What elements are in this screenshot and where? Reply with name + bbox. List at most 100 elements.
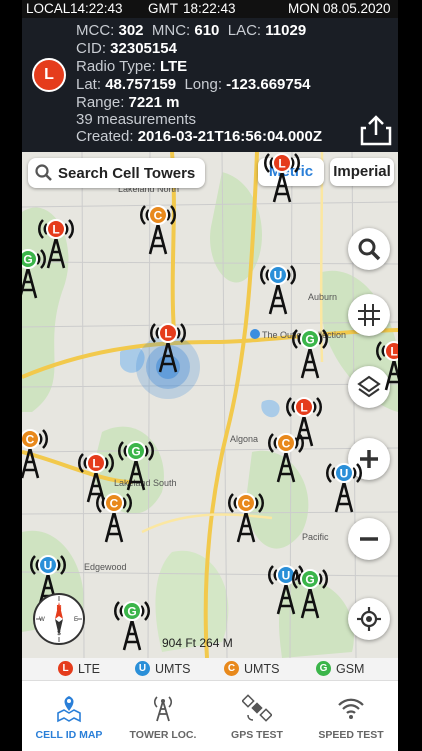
svg-text:C: C [26, 433, 35, 447]
mnc-value: 610 [194, 22, 220, 39]
imperial-button[interactable]: Imperial [330, 158, 394, 186]
legend-gsm: G GSM [316, 661, 364, 676]
search-icon [358, 238, 381, 261]
tower-marker[interactable]: U [258, 260, 298, 318]
svg-text:G: G [305, 573, 314, 587]
local-label: LOCAL [26, 1, 71, 16]
svg-text:C: C [110, 497, 119, 511]
compass[interactable]: N E S W [32, 592, 86, 646]
map-base [22, 152, 398, 658]
umts-u-dot: U [135, 661, 150, 676]
lat-value: 48.757159 [105, 76, 177, 93]
place-label-auburn: Auburn [308, 292, 338, 302]
gmt-time: 18:22:43 [183, 1, 236, 16]
lac-value: 11029 [265, 22, 307, 39]
cell-map[interactable]: Lakeland North Auburn The Outlet Collect… [22, 152, 398, 658]
tab-label: GPS TEST [231, 729, 283, 741]
tower-marker[interactable]: C [266, 428, 306, 486]
tower-marker[interactable]: G [112, 596, 152, 654]
zoom-out-button[interactable] [348, 518, 390, 560]
lte-badge: L [32, 58, 66, 92]
network-codes: MCC: 302 MNC: 610 LAC: 11029 [76, 22, 307, 39]
compass-s: S [57, 631, 61, 637]
created-value: 2016-03-21T16:56:04.000Z [137, 128, 323, 145]
place-label-edgewood: Edgewood [84, 562, 127, 572]
status-bar: LOCAL 14:22:43 GMT 18:22:43 MON 08.05.20… [22, 0, 398, 18]
svg-text:C: C [154, 209, 163, 223]
minus-icon [360, 537, 378, 541]
tower-icon [153, 696, 173, 722]
tab-bar: CELL ID MAP TOWER LOC. GPS TEST SPEED TE… [22, 680, 398, 751]
svg-text:L: L [92, 457, 99, 471]
coords-row: Lat: 48.757159 Long: -123.669754 [76, 76, 311, 93]
lte-dot: L [58, 661, 73, 676]
cell-info-panel: L MCC: 302 MNC: 610 LAC: 11029 CID: 3230… [22, 18, 398, 152]
compass-w: W [39, 617, 45, 623]
gsm-dot: G [316, 661, 331, 676]
tower-marker[interactable]: L [374, 336, 398, 394]
svg-text:L: L [52, 223, 59, 237]
svg-text:U: U [44, 559, 53, 573]
tower-marker[interactable]: L [148, 318, 188, 376]
legend-umts-u: U UMTS [135, 661, 190, 676]
grid-toggle-button[interactable] [348, 294, 390, 336]
tab-label: CELL ID MAP [35, 729, 103, 741]
local-time: 14:22:43 [70, 1, 123, 16]
cid-row: CID: 32305154 [76, 40, 177, 57]
radio-row: Radio Type: LTE [76, 58, 188, 75]
svg-text:G: G [305, 333, 314, 347]
tower-marker[interactable]: G [22, 244, 48, 302]
wifi-icon [338, 698, 364, 719]
locate-me-button[interactable] [348, 598, 390, 640]
map-pin-icon [57, 696, 81, 723]
crosshair-icon [357, 607, 381, 631]
tower-marker[interactable]: C [22, 424, 50, 482]
svg-text:G: G [23, 253, 32, 267]
search-cell-towers-button[interactable]: Search Cell Towers [28, 158, 206, 188]
tab-label: TOWER LOC. [129, 729, 197, 741]
compass-e: E [74, 617, 78, 623]
place-label-algona: Algona [230, 434, 259, 444]
share-icon[interactable] [357, 114, 395, 146]
legend-lte: L LTE [58, 661, 100, 676]
svg-text:C: C [242, 497, 251, 511]
tower-marker[interactable]: G [290, 324, 330, 382]
tab-tower-loc[interactable]: TOWER LOC. [116, 681, 210, 751]
svg-text:L: L [164, 327, 171, 341]
svg-text:L: L [300, 401, 307, 415]
svg-text:G: G [131, 445, 140, 459]
umts-c-dot: C [224, 661, 239, 676]
svg-text:L: L [278, 157, 285, 171]
tower-marker[interactable]: G [116, 436, 156, 494]
svg-text:L: L [390, 345, 397, 359]
search-map-button[interactable] [348, 228, 390, 270]
tower-marker[interactable]: U [324, 458, 364, 516]
tab-label: SPEED TEST [318, 729, 384, 741]
tower-marker[interactable]: L [262, 152, 302, 206]
day-label: MON [288, 1, 320, 16]
tower-marker[interactable]: G [290, 564, 330, 622]
long-value: -123.669754 [226, 76, 311, 93]
search-icon [35, 164, 52, 181]
grid-icon [358, 304, 380, 326]
range-value: 7221 m [128, 94, 180, 111]
satellite-icon [242, 694, 272, 722]
svg-text:U: U [340, 467, 349, 481]
tower-marker[interactable]: C [94, 488, 134, 546]
tab-gps-test[interactable]: GPS TEST [210, 681, 304, 751]
range-row: Range: 7221 m [76, 94, 180, 111]
created-row: Created: 2016-03-21T16:56:04.000Z [76, 128, 323, 145]
legend: L LTE U UMTS C UMTS G GSM [22, 658, 398, 680]
search-label: Search Cell Towers [58, 164, 196, 182]
tower-marker[interactable]: C [138, 200, 178, 258]
tower-marker[interactable]: C [226, 488, 266, 546]
tab-cell-id-map[interactable]: CELL ID MAP [22, 681, 116, 751]
svg-text:G: G [127, 605, 136, 619]
tab-speed-test[interactable]: SPEED TEST [304, 681, 398, 751]
svg-text:C: C [282, 437, 291, 451]
mcc-value: 302 [118, 22, 144, 39]
compass-n: N [56, 605, 61, 612]
gmt-label: GMT [148, 1, 178, 16]
date-label: 08.05.2020 [323, 1, 391, 16]
place-label-pacific: Pacific [302, 532, 329, 542]
